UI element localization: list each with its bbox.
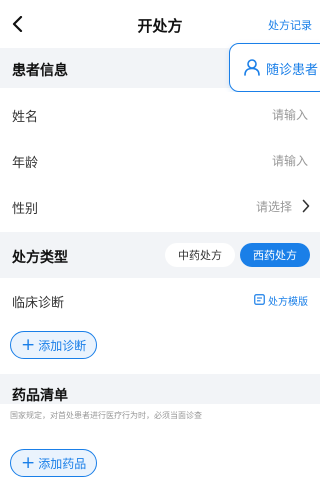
add-diagnosis-label: 添加诊断 <box>38 338 87 353</box>
chinese-medicine-option[interactable]: 中药处方 <box>165 243 235 267</box>
name-field[interactable]: 姓名 请输入 <box>0 92 320 136</box>
section-title: 处方类型 <box>12 250 68 266</box>
prescription-template-link[interactable]: 处方模版 <box>254 293 308 308</box>
user-icon <box>243 58 261 80</box>
age-field[interactable]: 年龄 请输入 <box>0 138 320 182</box>
chevron-right-icon <box>302 198 310 217</box>
age-placeholder: 请输入 <box>271 154 308 168</box>
gender-label: 性别 <box>12 202 39 217</box>
plus-icon: + <box>21 452 36 473</box>
add-drug-label: 添加药品 <box>38 456 87 471</box>
template-icon <box>254 293 265 308</box>
name-placeholder: 请输入 <box>271 108 308 122</box>
prescription-type-section: 处方类型 中药处方 西药处方 <box>0 232 320 278</box>
plus-icon: + <box>21 334 36 355</box>
follow-up-patient-button[interactable]: 随诊患者 <box>229 43 320 92</box>
gender-placeholder: 请选择 <box>255 200 292 214</box>
name-label: 姓名 <box>12 110 39 125</box>
add-diagnosis-button[interactable]: + 添加诊断 <box>10 331 98 359</box>
drug-list-section: 药品清单 <box>0 374 320 404</box>
gender-field[interactable]: 性别 请选择 <box>0 184 320 228</box>
section-title: 药品清单 <box>12 388 68 404</box>
template-label: 处方模版 <box>268 297 308 308</box>
diagnosis-label: 临床诊断 <box>12 296 65 311</box>
follow-up-patient-label: 随诊患者 <box>266 63 319 78</box>
age-label: 年龄 <box>12 156 39 171</box>
nav-bar: 开处方 处方记录 <box>0 0 320 48</box>
regulation-notice: 国家规定，对首处患者进行医疗行为时，必须当面诊查 <box>10 411 202 420</box>
prescription-record-link[interactable]: 处方记录 <box>268 17 312 33</box>
add-drug-button[interactable]: + 添加药品 <box>10 449 98 477</box>
section-title: 患者信息 <box>12 63 68 79</box>
western-medicine-option[interactable]: 西药处方 <box>240 243 310 267</box>
